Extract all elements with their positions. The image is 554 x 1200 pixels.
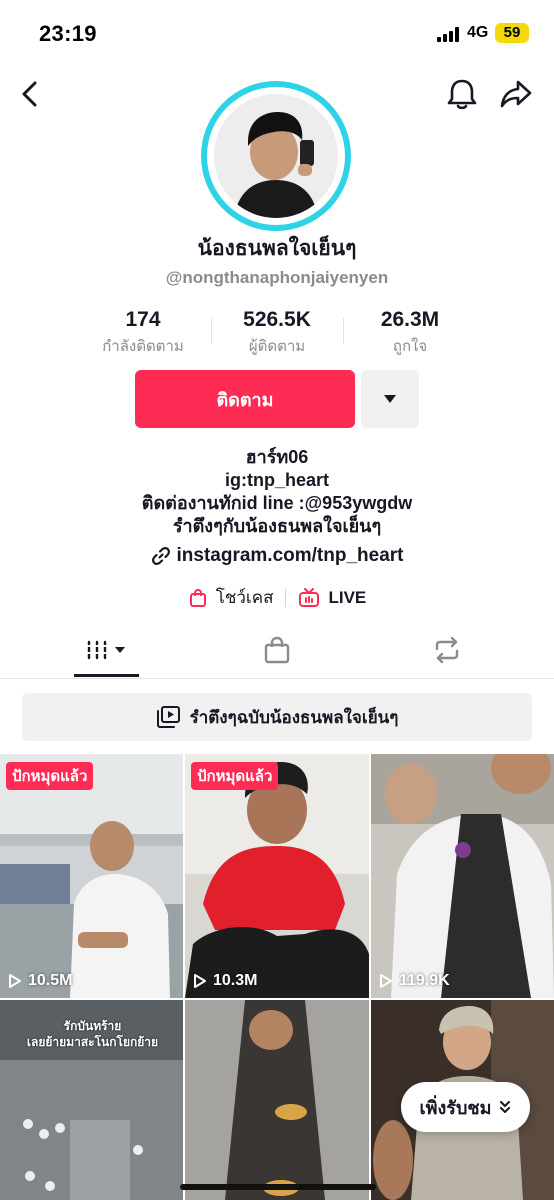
signal-icon [437, 26, 461, 42]
username: @nongthanaphonjaiyenyen [165, 268, 389, 287]
bio-line: ig:tnp_heart [224, 470, 329, 490]
double-chevron-down-icon [500, 1101, 511, 1113]
back-button[interactable] [8, 72, 52, 116]
stat-label: กำลังติดตาม [102, 338, 184, 355]
status-time: 23:19 [39, 21, 97, 46]
stat-label: ผู้ติดตาม [248, 338, 306, 355]
display-name: น้องธนพลใจเย็นๆ [197, 237, 357, 260]
playlist-button[interactable]: รำตึงๆฉบับน้องธนพลใจเย็นๆ [22, 693, 532, 741]
stat-value: 526.5K [243, 308, 311, 331]
stat-label: ถูกใจ [392, 338, 428, 355]
bio-link-text: instagram.com/tnp_heart [176, 545, 404, 566]
live-chip[interactable]: LIVE [298, 587, 367, 608]
bio-line: ฮาร์ท06 [245, 447, 309, 467]
video-cover [371, 754, 554, 998]
video-cover [185, 754, 369, 998]
video-thumbnail[interactable]: ปักหมุดแล้ว 10.3M [185, 754, 369, 998]
shopping-bag-icon [189, 588, 206, 607]
stat-followers[interactable]: 526.5K ผู้ติดตาม [202, 308, 352, 358]
chip-divider [285, 588, 287, 607]
avatar [214, 94, 338, 218]
bell-icon [447, 79, 477, 110]
view-count: 10.3M [193, 972, 257, 990]
recently-watched-label: เพิ่งรับชม [419, 1097, 492, 1118]
grid-icon [87, 640, 125, 660]
video-cover [0, 754, 183, 998]
shopping-bag-icon [264, 636, 290, 664]
video-grid: ปักหมุดแล้ว 10.5M ปักหมุดแล้ว 10.3M 119.… [0, 754, 554, 1200]
recently-watched-button[interactable]: เพิ่งรับชม [401, 1082, 530, 1132]
caret-down-icon [384, 395, 396, 403]
notifications-button[interactable] [440, 72, 484, 116]
profile-tabs [0, 622, 554, 679]
bio-link[interactable]: instagram.com/tnp_heart [0, 545, 554, 567]
avatar-photo [214, 94, 338, 218]
view-count-value: 10.3M [213, 972, 258, 989]
view-count: 10.5M [8, 972, 72, 990]
bio-line: ติดต่องานทักid line :@953ywgdw [141, 493, 413, 513]
pinned-badge: ปักหมุดแล้ว [6, 762, 94, 790]
video-thumbnail[interactable]: 119.9K [371, 754, 554, 998]
network-label: 4G [467, 24, 489, 41]
bio-line: รำตึงๆกับน้องธนพลใจเย็นๆ [172, 516, 382, 536]
view-count-value: 119.9K [399, 972, 450, 989]
share-button[interactable] [494, 72, 538, 116]
battery-indicator: 59 [495, 23, 529, 43]
stat-following[interactable]: 174 กำลังติดตาม [68, 308, 218, 358]
stat-value: 26.3M [380, 308, 440, 331]
playlist-label: รำตึงๆฉบับน้องธนพลใจเย็นๆ [189, 707, 399, 727]
video-thumbnail[interactable]: รักบันทร้าย เลยย้ายมาสะโนกโยกย้าย [0, 1000, 183, 1200]
caption-line: รักบันทร้าย [63, 1019, 122, 1033]
suggested-accounts-button[interactable] [361, 370, 419, 428]
view-count: 119.9K [379, 972, 450, 990]
stat-value: 174 [125, 308, 161, 331]
follow-button[interactable]: ติดตาม [135, 370, 355, 428]
home-indicator[interactable] [180, 1184, 376, 1190]
video-thumbnail[interactable]: ปักหมุดแล้ว 10.5M [0, 754, 183, 998]
avatar-ring[interactable] [201, 81, 351, 231]
tab-videos[interactable] [42, 622, 172, 678]
showcase-chip[interactable]: โชว์เคส [188, 584, 274, 611]
stat-likes[interactable]: 26.3M ถูกใจ [335, 308, 485, 358]
playlist-icon [156, 706, 180, 728]
link-icon [151, 547, 170, 565]
play-icon [194, 974, 206, 988]
bio: ฮาร์ท06 ig:tnp_heart ติดต่องานทักid line… [0, 446, 554, 538]
video-thumbnail[interactable] [185, 1000, 369, 1200]
active-tab-indicator [74, 674, 139, 677]
video-cover [185, 1000, 369, 1200]
view-count-value: 10.5M [28, 972, 73, 989]
status-bar: 23:19 4G 59 [0, 0, 554, 66]
share-arrow-icon [500, 80, 532, 108]
profile-chips: โชว์เคส LIVE [0, 584, 554, 611]
repost-icon [435, 636, 459, 664]
play-icon [380, 974, 392, 988]
play-icon [9, 974, 21, 988]
live-tv-icon [299, 587, 320, 607]
pinned-badge: ปักหมุดแล้ว [191, 762, 279, 790]
profile-stats: 174 กำลังติดตาม 526.5K ผู้ติดตาม 26.3M ถ… [0, 308, 554, 355]
caption-line: เลยย้ายมาสะโนกโยกย้าย [26, 1035, 159, 1049]
tab-shop[interactable] [212, 622, 342, 678]
video-caption: รักบันทร้าย เลยย้ายมาสะโนกโยกย้าย [0, 1018, 183, 1050]
chevron-left-icon [22, 81, 37, 107]
live-label: LIVE [328, 587, 367, 607]
showcase-label: โชว์เคส [215, 588, 274, 607]
tab-reposts[interactable] [382, 622, 512, 678]
